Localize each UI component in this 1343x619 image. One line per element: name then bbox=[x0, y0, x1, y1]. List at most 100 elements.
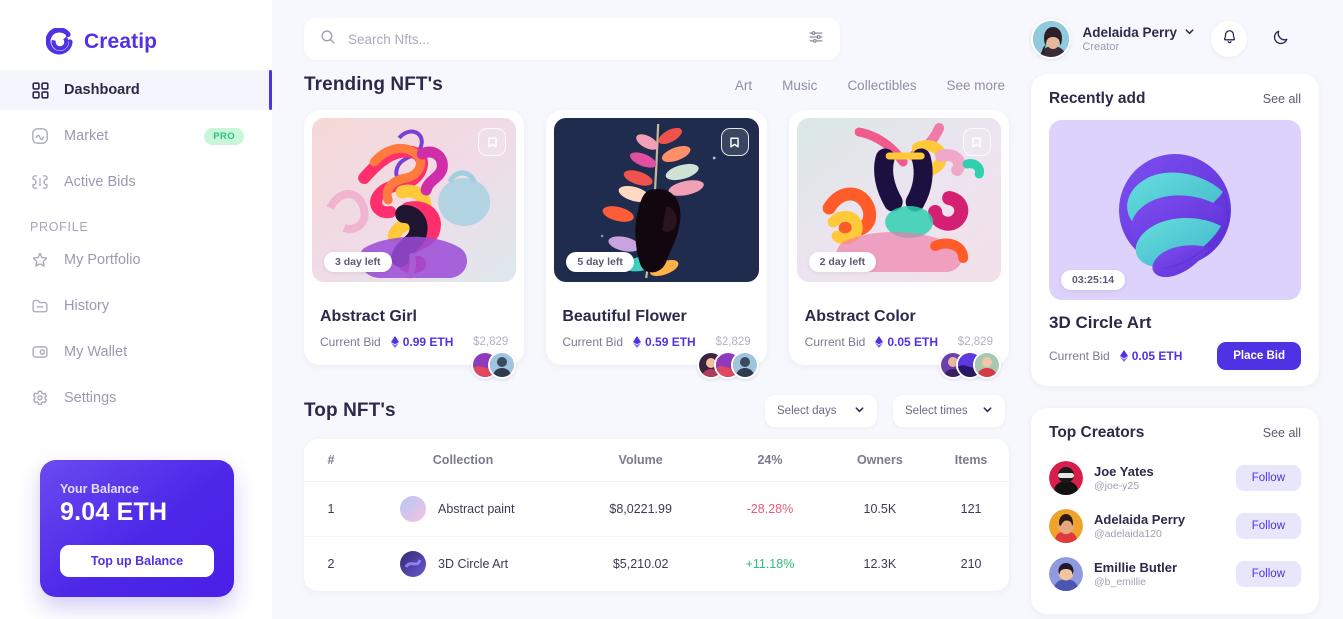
column-header-rank: # bbox=[304, 439, 358, 482]
avatar bbox=[1049, 509, 1083, 543]
bidder-avatars bbox=[471, 351, 517, 379]
recently-add-bid-row: Current Bid 0.05 ETH Place Bid bbox=[1049, 342, 1301, 370]
creator-name: Adelaida Perry bbox=[1094, 512, 1186, 527]
creator-handle: @adelaida120 bbox=[1094, 528, 1162, 540]
avatar bbox=[1031, 19, 1072, 59]
sidebar-section-profile: PROFILE bbox=[30, 220, 89, 234]
creator-name: Emillie Butler bbox=[1094, 560, 1178, 575]
top-nfts-filters: Select days Select times bbox=[765, 395, 1009, 427]
bookmark-icon[interactable] bbox=[478, 128, 507, 156]
bid-label: Current Bid bbox=[1049, 349, 1110, 363]
sidebar-item-active-bids[interactable]: Active Bids bbox=[0, 162, 272, 202]
sidebar-item-market[interactable]: Market PRO bbox=[0, 116, 272, 156]
bids-icon bbox=[30, 172, 50, 192]
nft-title: Beautiful Flower bbox=[562, 308, 687, 325]
user-menu[interactable]: Adelaida Perry Creator bbox=[1031, 19, 1195, 59]
pro-badge: PRO bbox=[204, 127, 244, 145]
cell-rank: 1 bbox=[327, 502, 335, 516]
cell-items: 121 bbox=[960, 502, 982, 516]
cell-rank: 2 bbox=[304, 536, 358, 591]
star-icon bbox=[30, 250, 50, 270]
collection-avatar bbox=[400, 496, 426, 522]
cell-items: 210 bbox=[933, 536, 1009, 591]
search-icon bbox=[320, 29, 336, 50]
trending-header: Trending NFT's Art Music Collectibles Se… bbox=[304, 74, 1009, 96]
user-role: Creator bbox=[1082, 41, 1120, 53]
recently-add-nft-title: 3D Circle Art bbox=[1049, 313, 1152, 332]
sidebar-item-label: My Wallet bbox=[64, 344, 128, 360]
list-item[interactable]: Emillie Butler @b_emillie Follow bbox=[1049, 550, 1301, 598]
content-area: Trending NFT's Art Music Collectibles Se… bbox=[272, 60, 1343, 614]
nft-card[interactable]: 5 day left Beautiful Flower Current Bid … bbox=[546, 110, 767, 379]
nft-card[interactable]: 2 day left Abstract Color Current Bid 0.… bbox=[788, 110, 1009, 379]
follow-button[interactable]: Follow bbox=[1235, 465, 1301, 491]
sidebar: Creatip Dashboard Market PRO Active Bids… bbox=[0, 0, 272, 619]
brand-logo[interactable]: Creatip bbox=[0, 0, 272, 64]
select-times-dropdown[interactable]: Select times bbox=[893, 395, 1005, 427]
list-item[interactable]: Adelaida Perry @adelaida120 Follow bbox=[1049, 502, 1301, 550]
notifications-button[interactable] bbox=[1211, 21, 1247, 57]
see-all-top-creators[interactable]: See all bbox=[1263, 426, 1301, 440]
top-creators-panel: Top Creators See all Joe Yates @joe-y25 … bbox=[1031, 408, 1319, 614]
table-row[interactable]: 2 3D Circle Art $5,210.02 +11.18% 12.3K … bbox=[304, 536, 1009, 591]
balance-section: Your Balance 9.04 ETH Top up Balance bbox=[0, 460, 272, 619]
time-left-badge: 5 day left bbox=[566, 252, 634, 272]
nft-card[interactable]: 3 day left Abstract Girl Current Bid 0.9… bbox=[304, 110, 525, 379]
select-days-value: Select days bbox=[777, 405, 837, 417]
search-box[interactable] bbox=[304, 18, 840, 60]
place-bid-button[interactable]: Place Bid bbox=[1217, 342, 1301, 370]
see-more-link[interactable]: See more bbox=[946, 78, 1005, 93]
app-root: Creatip Dashboard Market PRO Active Bids… bbox=[0, 0, 1343, 619]
theme-toggle-button[interactable] bbox=[1263, 21, 1299, 57]
countdown-badge: 03:25:14 bbox=[1061, 270, 1126, 290]
cell-volume: $8,0221.99 bbox=[609, 502, 672, 516]
cell-collection: Abstract paint bbox=[358, 482, 568, 537]
top-up-balance-button[interactable]: Top up Balance bbox=[60, 545, 214, 577]
sidebar-item-history[interactable]: History bbox=[0, 286, 272, 326]
sidebar-item-my-portfolio[interactable]: My Portfolio bbox=[0, 240, 272, 280]
sliders-icon[interactable] bbox=[808, 29, 824, 50]
cell-change: +11.18% bbox=[713, 536, 827, 591]
wallet-icon bbox=[30, 342, 50, 362]
avatar bbox=[1049, 461, 1083, 495]
select-times-value: Select times bbox=[905, 405, 968, 417]
follow-button[interactable]: Follow bbox=[1235, 561, 1301, 587]
list-item[interactable]: Joe Yates @joe-y25 Follow bbox=[1049, 454, 1301, 502]
bidder-avatar bbox=[730, 351, 759, 379]
cell-collection: 3D Circle Art bbox=[358, 536, 568, 591]
bid-usd: $2,829 bbox=[957, 336, 993, 348]
sidebar-item-my-wallet[interactable]: My Wallet bbox=[0, 332, 272, 372]
tab-art[interactable]: Art bbox=[735, 78, 752, 93]
tab-collectibles[interactable]: Collectibles bbox=[847, 78, 916, 93]
right-column: Recently add See all 03:25:14 3D Circle … bbox=[1031, 74, 1319, 614]
sidebar-item-settings[interactable]: Settings bbox=[0, 378, 272, 418]
select-days-dropdown[interactable]: Select days bbox=[765, 395, 877, 427]
chevron-down-icon[interactable] bbox=[1184, 25, 1195, 40]
search-input[interactable] bbox=[348, 31, 796, 47]
bookmark-icon[interactable] bbox=[720, 128, 749, 156]
cell-volume: $5,210.02 bbox=[568, 536, 714, 591]
table-row[interactable]: 1 Abstract paint $8,0221.99 -28.28% 10.5… bbox=[304, 482, 1009, 537]
top-nfts-table: # Collection Volume 24% Owners Items 1 A… bbox=[304, 439, 1009, 591]
sidebar-item-dashboard[interactable]: Dashboard bbox=[0, 70, 272, 110]
nft-title: Abstract Girl bbox=[320, 308, 417, 325]
main-content: Adelaida Perry Creator bbox=[272, 0, 1343, 619]
follow-button[interactable]: Follow bbox=[1235, 513, 1301, 539]
bid-amount: 0.05 ETH bbox=[1119, 349, 1183, 363]
recently-add-panel: Recently add See all 03:25:14 3D Circle … bbox=[1031, 74, 1319, 386]
tab-music[interactable]: Music bbox=[782, 78, 817, 93]
column-header-items: Items bbox=[933, 439, 1009, 482]
bid-eth-value: 0.05 ETH bbox=[1131, 349, 1183, 363]
nft-artwork-beautiful-flower: 5 day left bbox=[554, 118, 759, 282]
bid-eth-value: 0.59 ETH bbox=[645, 335, 696, 349]
nft-title: Abstract Color bbox=[804, 308, 916, 325]
table-header-row: # Collection Volume 24% Owners Items bbox=[304, 439, 1009, 482]
sidebar-nav: Dashboard Market PRO Active Bids PROFILE… bbox=[0, 70, 272, 418]
moon-icon bbox=[1272, 28, 1290, 51]
bidder-avatars bbox=[938, 351, 1001, 379]
sidebar-item-label: Active Bids bbox=[64, 174, 136, 190]
see-all-recently-add[interactable]: See all bbox=[1263, 92, 1301, 106]
bookmark-icon[interactable] bbox=[962, 128, 991, 156]
sidebar-item-label: Dashboard bbox=[64, 82, 140, 98]
eth-icon bbox=[390, 336, 399, 348]
